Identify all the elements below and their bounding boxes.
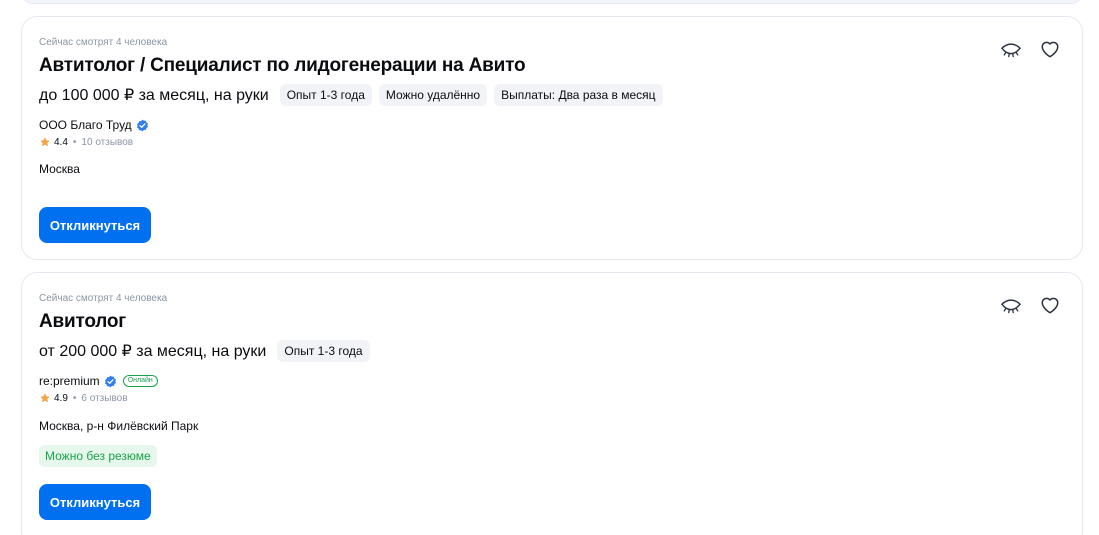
salary-row: до 100 000 ₽ за месяц, на руки Опыт 1-3 … <box>39 84 663 106</box>
vacancy-title[interactable]: Авитолог <box>39 311 126 333</box>
viewers-count: Сейчас смотрят 4 человека <box>39 293 168 304</box>
hide-vacancy-eye-icon[interactable] <box>1000 41 1022 59</box>
company-row: ООО Благо Труд <box>39 118 149 132</box>
star-icon <box>40 393 50 403</box>
vacancy-card[interactable]: Сейчас смотрят 4 человека Автитолог / Сп… <box>21 16 1083 260</box>
apply-button[interactable]: Откликнуться <box>39 207 151 243</box>
company-name[interactable]: re:premium <box>39 374 100 388</box>
favorite-heart-icon[interactable] <box>1039 295 1061 315</box>
tag-remote: Можно удалённо <box>378 84 488 106</box>
salary: до 100 000 ₽ за месяц, на руки <box>39 87 269 104</box>
tag-experience: Опыт 1-3 года <box>277 340 370 362</box>
tag-payouts: Выплаты: Два раза в месяц <box>494 84 663 106</box>
favorite-heart-icon[interactable] <box>1039 39 1061 59</box>
location: Москва <box>39 162 80 176</box>
salary: от 200 000 ₽ за месяц, на руки <box>39 343 267 360</box>
no-resume-badge: Можно без резюме <box>39 445 157 467</box>
vacancy-title[interactable]: Автитолог / Специалист по лидогенерации … <box>39 55 526 77</box>
rating-value: 4.9 <box>54 392 68 404</box>
salary-row: от 200 000 ₽ за месяц, на руки Опыт 1-3 … <box>39 340 370 362</box>
rating-row: 4.4 • 10 отзывов <box>39 136 133 148</box>
viewers-count: Сейчас смотрят 4 человека <box>39 37 168 48</box>
company-name[interactable]: ООО Благо Труд <box>39 118 132 132</box>
reviews-count[interactable]: 10 отзывов <box>81 137 133 148</box>
separator-dot: • <box>72 136 77 148</box>
star-icon <box>40 137 50 147</box>
apply-button[interactable]: Откликнуться <box>39 484 151 520</box>
online-badge: Онлайн <box>122 375 158 387</box>
verified-icon <box>136 119 148 131</box>
previous-card-edge <box>21 0 1083 4</box>
rating-row: 4.9 • 6 отзывов <box>39 392 128 404</box>
verified-icon <box>104 375 116 387</box>
location: Москва, р-н Филёвский Парк <box>39 419 199 433</box>
hide-vacancy-eye-icon[interactable] <box>1000 297 1022 315</box>
rating-value: 4.4 <box>54 136 68 148</box>
company-row: re:premium Онлайн <box>39 374 158 388</box>
vacancy-card[interactable]: Сейчас смотрят 4 человека Авитолог от 20… <box>21 272 1083 535</box>
reviews-count[interactable]: 6 отзывов <box>81 393 127 404</box>
separator-dot: • <box>72 392 77 404</box>
tag-experience: Опыт 1-3 года <box>279 84 372 106</box>
